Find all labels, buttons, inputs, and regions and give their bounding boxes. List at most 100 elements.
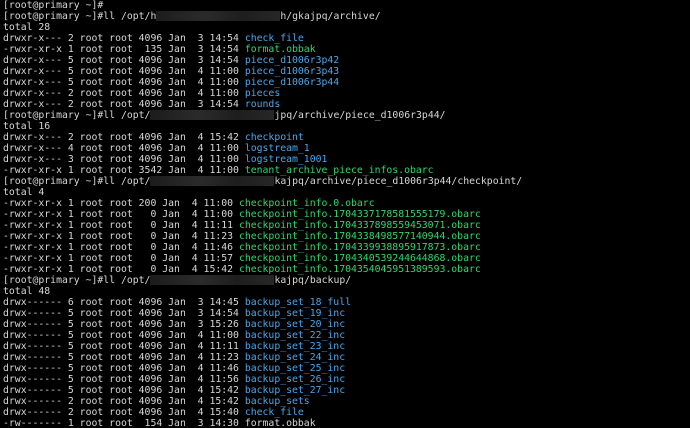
file-meta: drwx------ 5 root root 4096 Jan 4 11:23 bbox=[3, 352, 245, 363]
terminal-window[interactable]: [root@primary ~]# [root@primary ~]#ll /op… bbox=[0, 0, 690, 428]
terminal-line: drwx------ 5 root root 4096 Jan 4 11:56 … bbox=[3, 374, 690, 385]
file-meta: drwx------ 5 root root 4096 Jan 4 11:46 bbox=[3, 363, 245, 374]
directory-name: piece_d1006r3p42 bbox=[244, 55, 340, 66]
directory-name: checkpoint bbox=[244, 132, 304, 143]
redacted-path-block bbox=[150, 176, 275, 186]
redacted-path-block bbox=[156, 11, 281, 21]
terminal-line: total 28 bbox=[3, 22, 690, 33]
redacted-path-block bbox=[150, 110, 275, 120]
file-meta: drwx------ 5 root root 4096 Jan 3 14:54 bbox=[3, 308, 245, 319]
terminal-line: drwx------ 5 root root 4096 Jan 4 11:46 … bbox=[3, 363, 690, 374]
terminal-line: [root@primary ~]#ll /opt/kajpq/backup/ bbox=[3, 275, 690, 286]
directory-name: piece_d1006r3p43 bbox=[244, 66, 340, 77]
file-meta: drwxr-x--- 2 root root 4096 Jan 4 11:00 bbox=[3, 88, 245, 99]
file-meta: drwxr-x--- 5 root root 4096 Jan 3 14:54 bbox=[3, 55, 245, 66]
terminal-line: drwxr-x--- 3 root root 4096 Jan 4 11:00 … bbox=[3, 154, 690, 165]
terminal-line: total 16 bbox=[3, 121, 690, 132]
output-text: total 4 bbox=[3, 187, 45, 198]
file-name: checkpoint_info.0.obarc bbox=[238, 198, 375, 209]
directory-name: backup_set_25_inc bbox=[244, 363, 346, 374]
directory-name: rounds bbox=[244, 99, 281, 110]
file-name: checkpoint_info.1704338498577140944.obar… bbox=[238, 231, 481, 242]
file-meta: drwx------ 6 root root 4096 Jan 3 14:45 bbox=[3, 297, 245, 308]
terminal-line: total 48 bbox=[3, 286, 690, 297]
directory-name: logstream_1001 bbox=[244, 154, 328, 165]
terminal-line: drwxr-x--- 2 root root 4096 Jan 4 15:42 … bbox=[3, 132, 690, 143]
redacted-path-block bbox=[150, 275, 275, 285]
terminal-line: drwx------ 5 root root 4096 Jan 3 14:54 … bbox=[3, 308, 690, 319]
terminal-line: drwx------ 2 root root 4096 Jan 4 15:40 … bbox=[3, 407, 690, 418]
terminal-line: drwxr-x--- 5 root root 4096 Jan 4 11:00 … bbox=[3, 66, 690, 77]
file-meta: -rwxr-xr-x 1 root root 0 Jan 4 11:00 bbox=[3, 209, 239, 220]
command-text: [root@primary ~]#ll /opt/ bbox=[3, 275, 151, 286]
file-meta: drwxr-x--- 2 root root 4096 Jan 3 14:54 bbox=[3, 33, 245, 44]
terminal-line: -rwxr-xr-x 1 root root 200 Jan 4 11:00 c… bbox=[3, 198, 690, 209]
terminal-line: drwx------ 5 root root 4096 Jan 3 15:26 … bbox=[3, 319, 690, 330]
file-meta: -rwxr-xr-x 1 root root 0 Jan 4 11:23 bbox=[3, 231, 239, 242]
command-path-text: kajpq/archive/piece_d1006r3p44/checkpoin… bbox=[274, 176, 523, 187]
file-name: format.obbak bbox=[244, 44, 316, 55]
file-meta: drwxr-x--- 3 root root 4096 Jan 4 11:00 bbox=[3, 154, 245, 165]
file-name: checkpoint_info.1704354045951389593.obar… bbox=[238, 264, 481, 275]
terminal-line: -rwxr-xr-x 1 root root 0 Jan 4 15:42 che… bbox=[3, 264, 690, 275]
terminal-line: drwxr-x--- 2 root root 4096 Jan 3 14:54 … bbox=[3, 33, 690, 44]
terminal-line: drwx------ 5 root root 4096 Jan 4 15:42 … bbox=[3, 385, 690, 396]
file-meta: -rwxr-xr-x 1 root root 0 Jan 4 11:46 bbox=[3, 242, 239, 253]
directory-name: backup_set_19_inc bbox=[244, 308, 346, 319]
file-meta: -rwxr-xr-x 1 root root 0 Jan 4 11:57 bbox=[3, 253, 239, 264]
command-text: [root@primary ~]#ll /opt/ bbox=[3, 176, 151, 187]
terminal-line: drwx------ 5 root root 4096 Jan 4 11:11 … bbox=[3, 341, 690, 352]
terminal-line: [root@primary ~]#ll /opt/jpq/archive/pie… bbox=[3, 110, 690, 121]
terminal-line: -rwxr-xr-x 1 root root 3542 Jan 4 11:00 … bbox=[3, 165, 690, 176]
terminal-line: total 4 bbox=[3, 187, 690, 198]
file-meta: -rwxr-xr-x 1 root root 0 Jan 4 11:11 bbox=[3, 220, 239, 231]
directory-name: check_file bbox=[244, 407, 304, 418]
command-path-text: kajpq/backup/ bbox=[274, 275, 352, 286]
file-meta: drwxr-x--- 5 root root 4096 Jan 4 11:00 bbox=[3, 77, 245, 88]
file-name: checkpoint_info.1704337898559453071.obar… bbox=[238, 220, 481, 231]
directory-name: backup_set_27_inc bbox=[244, 385, 346, 396]
directory-name: backup_set_26_inc bbox=[244, 374, 346, 385]
directory-name: logstream_1 bbox=[244, 143, 310, 154]
terminal-line: drwx------ 6 root root 4096 Jan 3 14:45 … bbox=[3, 297, 690, 308]
file-name: checkpoint_info.1704337178581555179.obar… bbox=[238, 209, 481, 220]
file-meta: -rwxr-xr-x 1 root root 0 Jan 4 15:42 bbox=[3, 264, 239, 275]
file-meta: drwxr-x--- 2 root root 4096 Jan 3 14:54 bbox=[3, 99, 245, 110]
directory-name: backup_set_20_inc bbox=[244, 319, 346, 330]
file-meta: -rwxr-xr-x 1 root root 200 Jan 4 11:00 bbox=[3, 198, 239, 209]
file-meta: drwx------ 5 root root 4096 Jan 4 11:00 bbox=[3, 330, 245, 341]
terminal-line: drwx------ 2 root root 4096 Jan 4 15:42 … bbox=[3, 396, 690, 407]
terminal-line: drwx------ 5 root root 4096 Jan 4 11:23 … bbox=[3, 352, 690, 363]
terminal-line: drwx------ 5 root root 4096 Jan 4 11:00 … bbox=[3, 330, 690, 341]
terminal-line: -rwxr-xr-x 1 root root 0 Jan 4 11:46 che… bbox=[3, 242, 690, 253]
terminal-line: [root@primary ~]# bbox=[3, 0, 690, 11]
terminal-line: -rwxr-xr-x 1 root root 0 Jan 4 11:23 che… bbox=[3, 231, 690, 242]
file-meta: drwxr-x--- 2 root root 4096 Jan 4 15:42 bbox=[3, 132, 245, 143]
file-meta: drwx------ 5 root root 4096 Jan 3 15:26 bbox=[3, 319, 245, 330]
file-name: format.obbak bbox=[244, 418, 316, 428]
terminal-line: -rwxr-xr-x 1 root root 135 Jan 3 14:54 f… bbox=[3, 44, 690, 55]
terminal-line: -rwxr-xr-x 1 root root 0 Jan 4 11:57 che… bbox=[3, 253, 690, 264]
terminal-line: drwxr-x--- 4 root root 4096 Jan 4 11:00 … bbox=[3, 143, 690, 154]
file-meta: drwxr-x--- 4 root root 4096 Jan 4 11:00 bbox=[3, 143, 245, 154]
file-meta: -rw------- 1 root root 154 Jan 3 14:30 bbox=[3, 418, 245, 428]
terminal-line: drwxr-x--- 2 root root 4096 Jan 3 14:54 … bbox=[3, 99, 690, 110]
output-text: total 16 bbox=[3, 121, 51, 132]
prompt-text: [root@primary ~]# bbox=[3, 0, 104, 11]
file-meta: drwxr-x--- 5 root root 4096 Jan 4 11:00 bbox=[3, 66, 245, 77]
file-meta: -rwxr-xr-x 1 root root 3542 Jan 4 11:00 bbox=[3, 165, 245, 176]
command-path-text: jpq/archive/piece_d1006r3p44/ bbox=[274, 110, 446, 121]
file-meta: drwx------ 2 root root 4096 Jan 4 15:40 bbox=[3, 407, 245, 418]
terminal-line: -rwxr-xr-x 1 root root 0 Jan 4 11:00 che… bbox=[3, 209, 690, 220]
directory-name: backup_set_18_full bbox=[244, 297, 351, 308]
output-text: total 48 bbox=[3, 286, 51, 297]
terminal-line: drwxr-x--- 5 root root 4096 Jan 4 11:00 … bbox=[3, 77, 690, 88]
file-meta: -rwxr-xr-x 1 root root 135 Jan 3 14:54 bbox=[3, 44, 245, 55]
file-meta: drwx------ 5 root root 4096 Jan 4 11:56 bbox=[3, 374, 245, 385]
command-text: [root@primary ~]#ll /opt/h bbox=[3, 11, 157, 22]
command-text: [root@primary ~]#ll /opt/ bbox=[3, 110, 151, 121]
directory-name: check_file bbox=[244, 33, 304, 44]
directory-name: piece_d1006r3p44 bbox=[244, 77, 340, 88]
file-meta: drwx------ 5 root root 4096 Jan 4 15:42 bbox=[3, 385, 245, 396]
terminal-line: -rw------- 1 root root 154 Jan 3 14:30 f… bbox=[3, 418, 690, 428]
